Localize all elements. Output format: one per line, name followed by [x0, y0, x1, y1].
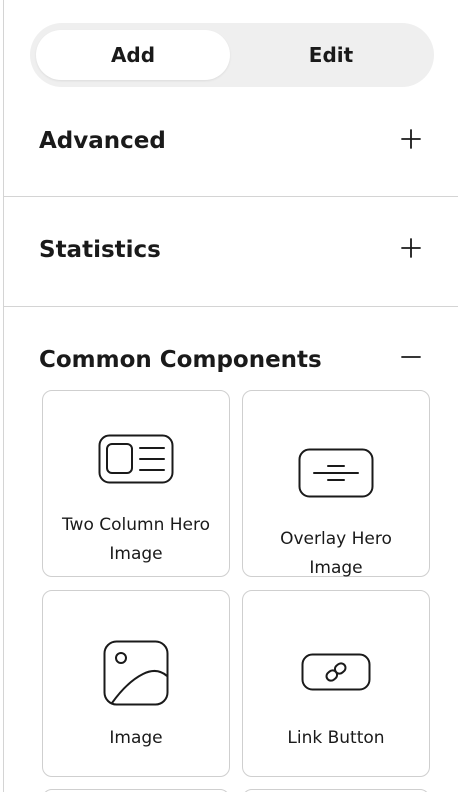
divider: [4, 196, 458, 197]
two-column-hero-icon: [98, 434, 174, 488]
link-button-icon: [301, 653, 371, 695]
image-icon: [103, 640, 169, 710]
overlay-hero-icon: [298, 448, 374, 502]
panel-left-border: [3, 0, 4, 792]
plus-icon[interactable]: [396, 233, 426, 263]
component-card-image[interactable]: Image: [42, 590, 230, 777]
tab-edit[interactable]: Edit: [234, 30, 428, 80]
section-title-common-components: Common Components: [39, 347, 322, 373]
component-card-two-column-hero-image[interactable]: Two Column Hero Image: [42, 390, 230, 577]
section-title-advanced: Advanced: [39, 128, 166, 154]
component-card-link-button[interactable]: Link Button: [242, 590, 430, 777]
divider: [4, 306, 458, 307]
component-label: Link Button: [287, 728, 385, 748]
component-label: Two Column Hero Image: [61, 515, 211, 564]
section-title-statistics: Statistics: [39, 237, 161, 263]
add-edit-toggle: Add Edit: [30, 23, 434, 87]
plus-icon[interactable]: [396, 124, 426, 154]
component-label: Overlay Hero Image: [280, 529, 392, 578]
component-card-overlay-hero-image[interactable]: Overlay Hero Image: [242, 390, 430, 578]
component-label: Image: [109, 728, 163, 748]
minus-icon[interactable]: [396, 342, 426, 372]
tab-add[interactable]: Add: [36, 30, 230, 80]
